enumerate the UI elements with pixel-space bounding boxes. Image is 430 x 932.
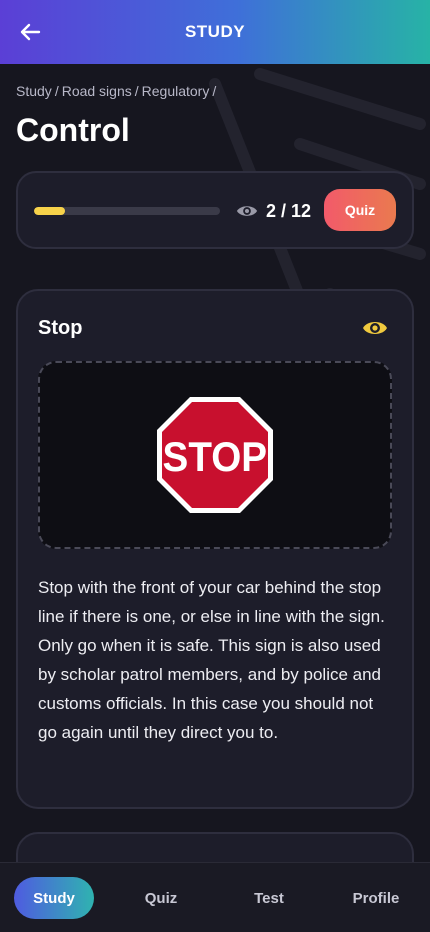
- progress-card: 2 / 12 Quiz: [16, 171, 414, 249]
- back-button[interactable]: [14, 16, 46, 48]
- header-title: STUDY: [184, 22, 246, 41]
- top-bar: STUDY: [0, 0, 430, 64]
- eye-icon: [236, 206, 258, 216]
- progress-bar-fill: [34, 207, 65, 215]
- breadcrumb-separator: /: [54, 83, 59, 99]
- quiz-button[interactable]: Quiz: [324, 189, 396, 231]
- progress-count: 2 / 12: [266, 201, 312, 221]
- nav-quiz[interactable]: Quiz: [126, 877, 196, 919]
- sign-title: Stop: [38, 317, 83, 339]
- breadcrumb-item-regulatory[interactable]: Regulatory: [142, 83, 210, 99]
- sign-image-frame: STOP: [38, 361, 392, 549]
- nav-test[interactable]: Test: [234, 877, 304, 919]
- bottom-nav: Study Quiz Test Profile: [0, 862, 430, 932]
- eye-icon[interactable]: [362, 317, 388, 339]
- breadcrumb-separator: /: [212, 83, 217, 99]
- breadcrumb: Study / Road signs / Regulatory /: [16, 83, 219, 99]
- breadcrumb-item-study[interactable]: Study: [16, 83, 52, 99]
- stop-sign-image: STOP: [157, 397, 273, 513]
- breadcrumb-separator: /: [134, 83, 139, 99]
- nav-profile[interactable]: Profile: [338, 877, 414, 919]
- page-title: Control: [16, 112, 130, 148]
- progress-bar: [34, 207, 220, 215]
- stop-sign-text: STOP: [163, 432, 267, 480]
- nav-study[interactable]: Study: [14, 877, 94, 919]
- sign-card: Stop STOP Stop with the front of your ca…: [16, 289, 414, 809]
- arrow-left-icon: [20, 23, 41, 41]
- sign-description: Stop with the front of your car behind t…: [38, 578, 385, 742]
- breadcrumb-item-road-signs[interactable]: Road signs: [62, 83, 132, 99]
